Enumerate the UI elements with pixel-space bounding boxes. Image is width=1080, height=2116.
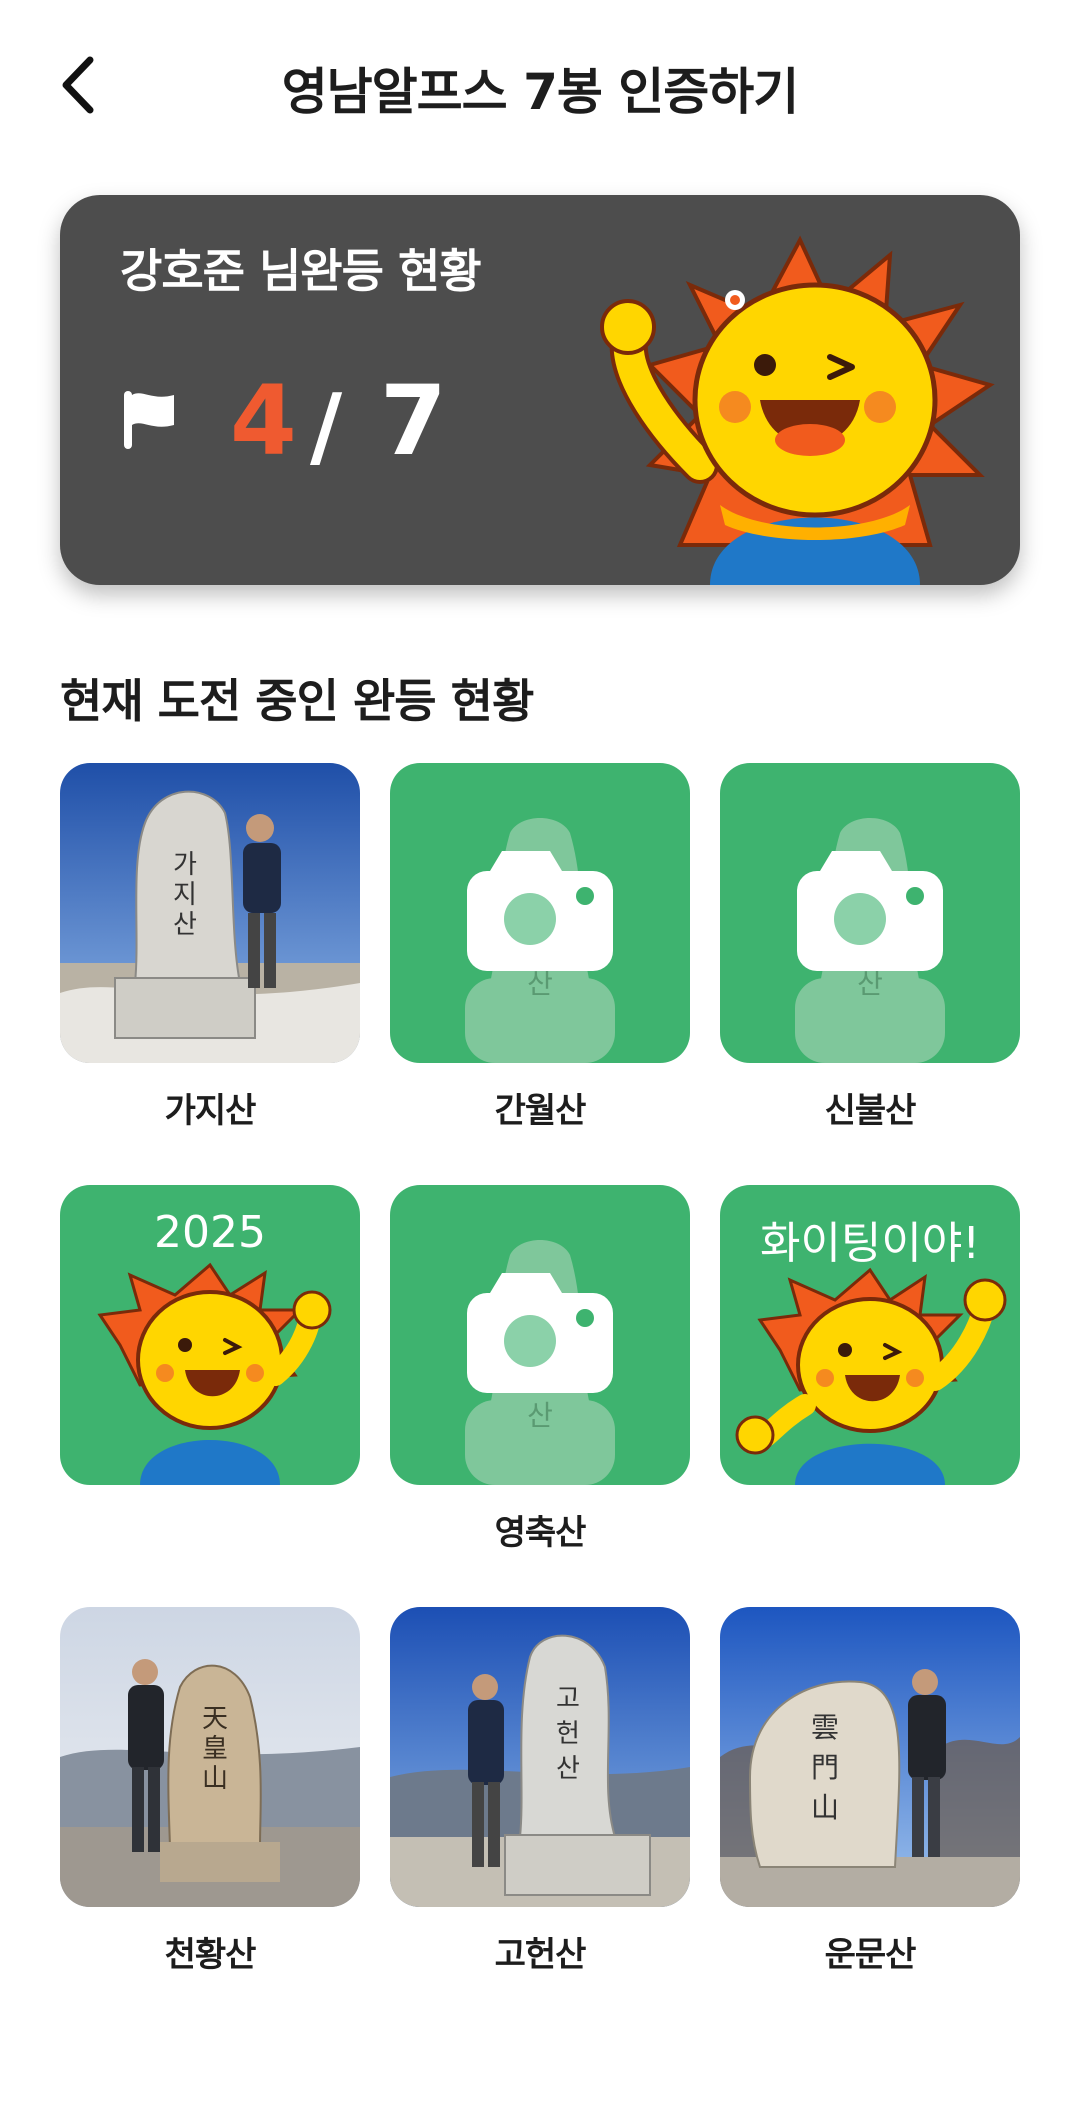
- svg-text:산: 산: [556, 1754, 580, 1784]
- completion-status-card: 강호준 님완등 현황 4 / 7: [60, 195, 1020, 585]
- tile-badge-2025[interactable]: 2025: [60, 1185, 360, 1485]
- tile-badge-fighting[interactable]: 화이팅이야!: [720, 1185, 1020, 1485]
- count-separator: /: [310, 375, 343, 478]
- tile-label: 운문산: [824, 1935, 917, 1975]
- tile-label: 신불산: [824, 1091, 917, 1131]
- svg-text:山: 山: [202, 1764, 228, 1794]
- camera-icon: [467, 1273, 613, 1393]
- camera-icon: [797, 851, 943, 971]
- completed-count: 4: [230, 365, 297, 477]
- svg-text:지: 지: [173, 880, 197, 910]
- tile-gajisan-photo[interactable]: 가 지 산: [60, 763, 360, 1063]
- tile-ganwolsan-upload[interactable]: 산: [390, 763, 690, 1063]
- tile-label: 간월산: [494, 1091, 587, 1131]
- svg-text:雲: 雲: [811, 1711, 839, 1744]
- sun-mascot-thumbs-up: [97, 1262, 332, 1485]
- tile-yeongchuksan-upload[interactable]: 산: [390, 1185, 690, 1485]
- tile-label: 가지산: [164, 1091, 257, 1131]
- tile-label: 영축산: [494, 1513, 587, 1553]
- tile-goheonsan-photo[interactable]: 고 헌 산: [390, 1607, 690, 1907]
- sun-mascot-cheering: [735, 1267, 1007, 1485]
- status-title: 강호준 님완등 현황: [120, 244, 482, 298]
- flag-icon: [124, 391, 174, 449]
- svg-text:皇: 皇: [202, 1734, 228, 1764]
- summit-photo: 고 헌 산: [390, 1607, 690, 1907]
- tile-unmunsan-photo[interactable]: 雲 門 山: [720, 1607, 1020, 1907]
- svg-text:가: 가: [173, 850, 197, 880]
- tile-sinbulsan-upload[interactable]: 산: [720, 763, 1020, 1063]
- summit-photo: 雲 門 山: [720, 1607, 1020, 1907]
- svg-text:헌: 헌: [556, 1719, 580, 1749]
- tile-cheonhwangsan-photo[interactable]: 天 皇 山: [60, 1607, 360, 1907]
- svg-text:고: 고: [556, 1684, 580, 1714]
- page-title: 영남알프스 7봉 인증하기: [281, 63, 800, 121]
- sun-mascot-illustration: [600, 235, 995, 585]
- svg-text:山: 山: [811, 1791, 839, 1824]
- section-title: 현재 도전 중인 완등 현황: [60, 674, 534, 728]
- tile-label: 천황산: [164, 1935, 257, 1975]
- tile-label: 고헌산: [494, 1935, 587, 1975]
- total-count: 7: [380, 365, 447, 477]
- svg-text:天: 天: [202, 1704, 228, 1734]
- summit-photo: 가 지 산: [60, 763, 360, 1063]
- camera-icon: [467, 851, 613, 971]
- svg-text:門: 門: [811, 1751, 839, 1784]
- summit-photo: 天 皇 山: [60, 1607, 360, 1907]
- app-header: 영남알프스 7봉 인증하기: [0, 0, 1080, 165]
- svg-text:산: 산: [173, 910, 197, 940]
